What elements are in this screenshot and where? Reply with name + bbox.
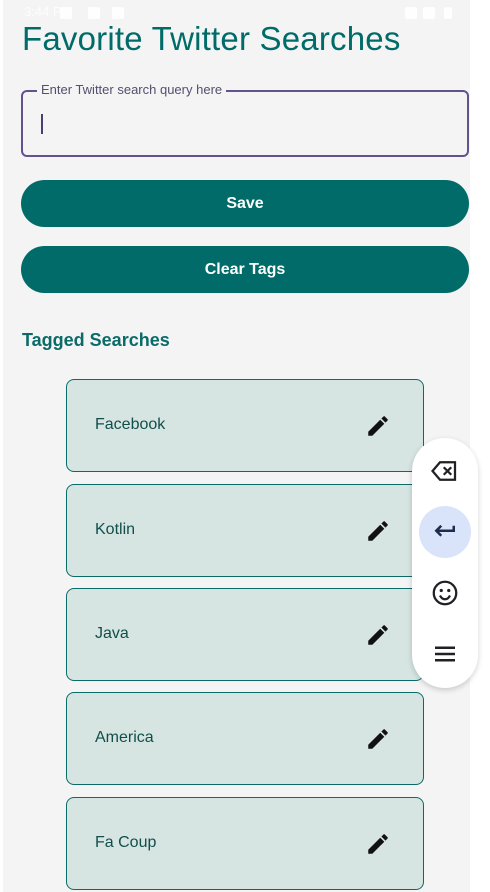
tag-label: Java [95,625,129,642]
enter-button[interactable] [419,506,471,558]
page-title: Favorite Twitter Searches [22,20,401,57]
wifi-icon [405,7,417,19]
tag-item-fa-coup[interactable]: Fa Coup [66,797,424,890]
query-field[interactable]: Enter Twitter search query here [21,82,469,157]
signal-icon [423,7,435,19]
menu-button[interactable] [419,628,471,680]
pencil-icon[interactable] [365,726,391,752]
text-cursor [41,114,43,134]
keyboard-floating-toolbar [412,438,478,688]
pencil-icon[interactable] [365,622,391,648]
save-button[interactable]: Save [21,180,469,227]
right-edge [470,0,490,892]
query-input[interactable] [39,110,443,140]
left-edge [0,0,3,892]
emoji-icon [432,580,458,606]
backspace-icon [431,461,457,481]
notification-icon [88,7,100,19]
tag-label: Fa Coup [95,834,157,851]
tag-item-kotlin[interactable]: Kotlin [66,484,424,577]
tag-item-facebook[interactable]: Facebook [66,379,424,472]
backspace-button[interactable] [419,445,471,497]
tag-label: Kotlin [95,521,136,538]
pencil-icon[interactable] [365,413,391,439]
tag-label: Facebook [95,416,166,433]
query-label: Enter Twitter search query here [37,82,227,97]
pencil-icon[interactable] [365,831,391,857]
app-screen: 3:44 PM Favorite Twitter Searches Enter … [0,0,490,892]
shield-icon [112,7,124,19]
tag-item-america[interactable]: America [66,692,424,785]
sim-icon [60,7,72,19]
clear-tags-button[interactable]: Clear Tags [21,246,469,293]
menu-icon [435,646,455,662]
tag-item-java[interactable]: Java [66,588,424,681]
tag-label: America [95,729,154,746]
battery-icon [444,7,452,19]
emoji-button[interactable] [419,567,471,619]
pencil-icon[interactable] [365,518,391,544]
enter-icon [434,524,455,537]
tagged-searches-heading: Tagged Searches [22,330,170,350]
